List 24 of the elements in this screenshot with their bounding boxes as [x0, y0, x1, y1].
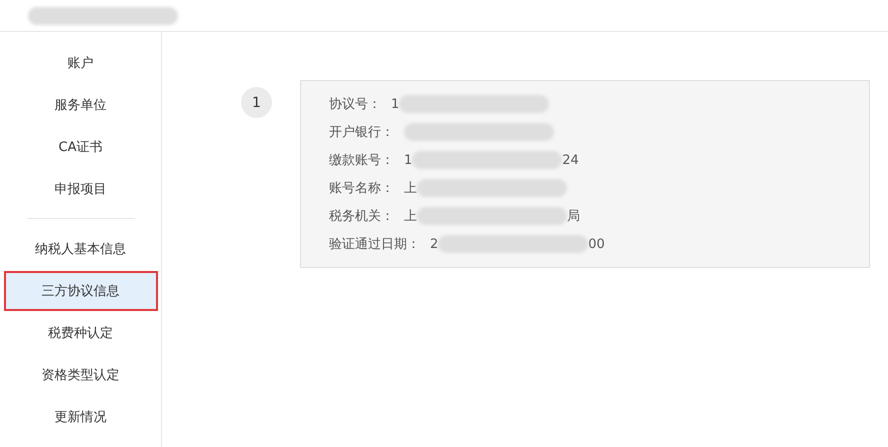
- field-value: 24: [562, 152, 579, 168]
- sidebar-item[interactable]: 更新情况: [4, 396, 158, 438]
- field-label: 缴款账号：: [329, 152, 394, 169]
- sidebar-item[interactable]: 纳税人基本信息: [4, 228, 158, 270]
- sidebar-item[interactable]: 账户: [4, 42, 158, 84]
- sidebar-item[interactable]: 服务单位: [4, 84, 158, 126]
- index-badge: 1: [241, 87, 272, 118]
- field-value: 上: [404, 180, 417, 197]
- sidebar-item[interactable]: 三方协议信息: [4, 271, 158, 311]
- field-value: 上: [404, 208, 417, 225]
- field-label: 开户银行：: [329, 124, 394, 141]
- field-label: 验证通过日期：: [329, 236, 420, 253]
- sidebar-item[interactable]: 申报项目: [4, 168, 158, 210]
- field-label: 协议号：: [329, 96, 381, 113]
- field-value: 1: [391, 96, 400, 112]
- sidebar-item[interactable]: 税费种认定: [4, 312, 158, 354]
- field-value: 局: [567, 208, 580, 225]
- sidebar-item[interactable]: CA证书: [4, 126, 158, 168]
- field-value: 00: [588, 236, 605, 252]
- sidebar-item[interactable]: 资格类型认定: [4, 354, 158, 396]
- field-label: 税务机关：: [329, 208, 394, 225]
- field-value: 2: [430, 236, 438, 252]
- field-value: 1: [404, 152, 412, 168]
- field-label: 账号名称：: [329, 180, 394, 197]
